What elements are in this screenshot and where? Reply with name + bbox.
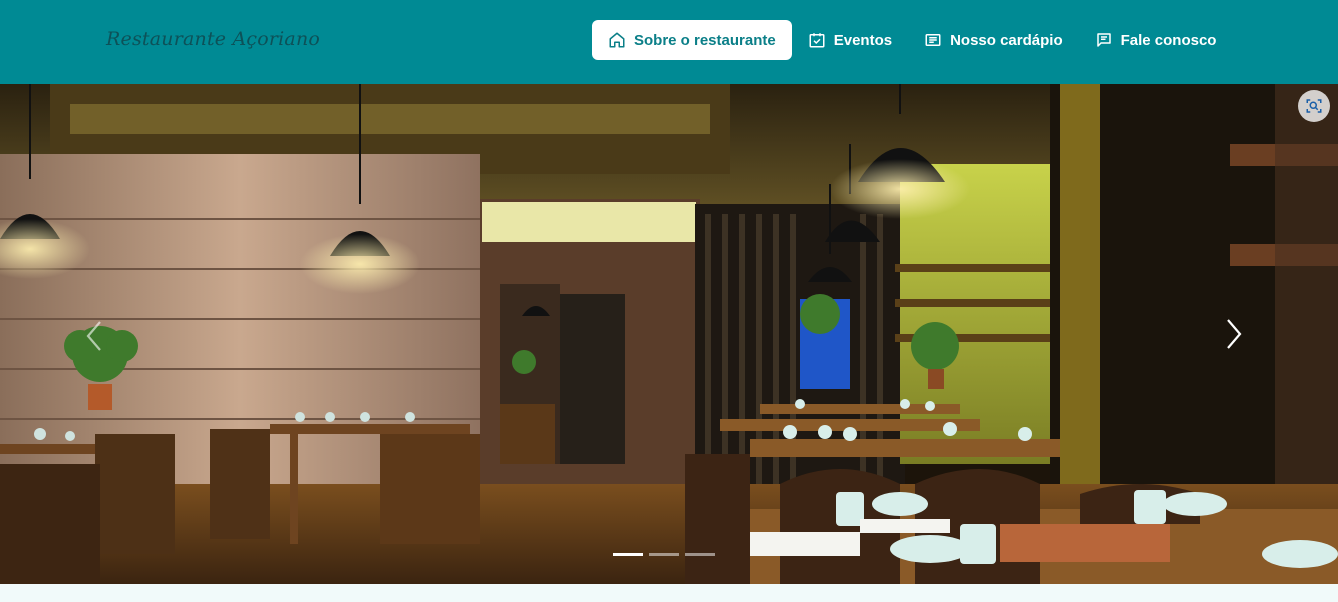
nav-item-sobre[interactable]: Sobre o restaurante	[592, 20, 792, 60]
chevron-left-icon	[86, 321, 101, 351]
restaurant-interior-photo	[0, 84, 1338, 584]
carousel-indicators	[613, 553, 715, 556]
chevron-right-icon	[1227, 319, 1242, 349]
menu-list-icon	[925, 34, 941, 46]
nav-item-label: Nosso cardápio	[950, 31, 1063, 49]
carousel-indicator-2[interactable]	[649, 553, 679, 556]
main-nav: Sobre o restaurante Eventos Nosso cardáp…	[592, 20, 1232, 60]
carousel-prev-button[interactable]	[80, 316, 110, 356]
message-icon	[1096, 33, 1111, 47]
nav-item-fale-conosco[interactable]: Fale conosco	[1079, 20, 1233, 60]
navbar: Restaurante Açoriano Sobre o restaurante…	[0, 0, 1338, 84]
brand-logo-text[interactable]: Restaurante Açoriano	[106, 28, 320, 50]
home-icon	[609, 32, 625, 48]
nav-item-eventos[interactable]: Eventos	[792, 20, 908, 60]
carousel-indicator-3[interactable]	[685, 553, 715, 556]
calendar-check-icon	[809, 33, 825, 48]
hero-carousel	[0, 84, 1338, 584]
nav-item-label: Sobre o restaurante	[634, 31, 776, 49]
carousel-indicator-1[interactable]	[613, 553, 643, 556]
visual-search-icon	[1306, 99, 1322, 113]
nav-item-label: Fale conosco	[1120, 31, 1217, 49]
nav-item-cardapio[interactable]: Nosso cardápio	[908, 20, 1079, 60]
nav-item-label: Eventos	[833, 31, 893, 49]
carousel-next-button[interactable]	[1220, 314, 1250, 354]
visual-search-button[interactable]	[1298, 90, 1330, 122]
